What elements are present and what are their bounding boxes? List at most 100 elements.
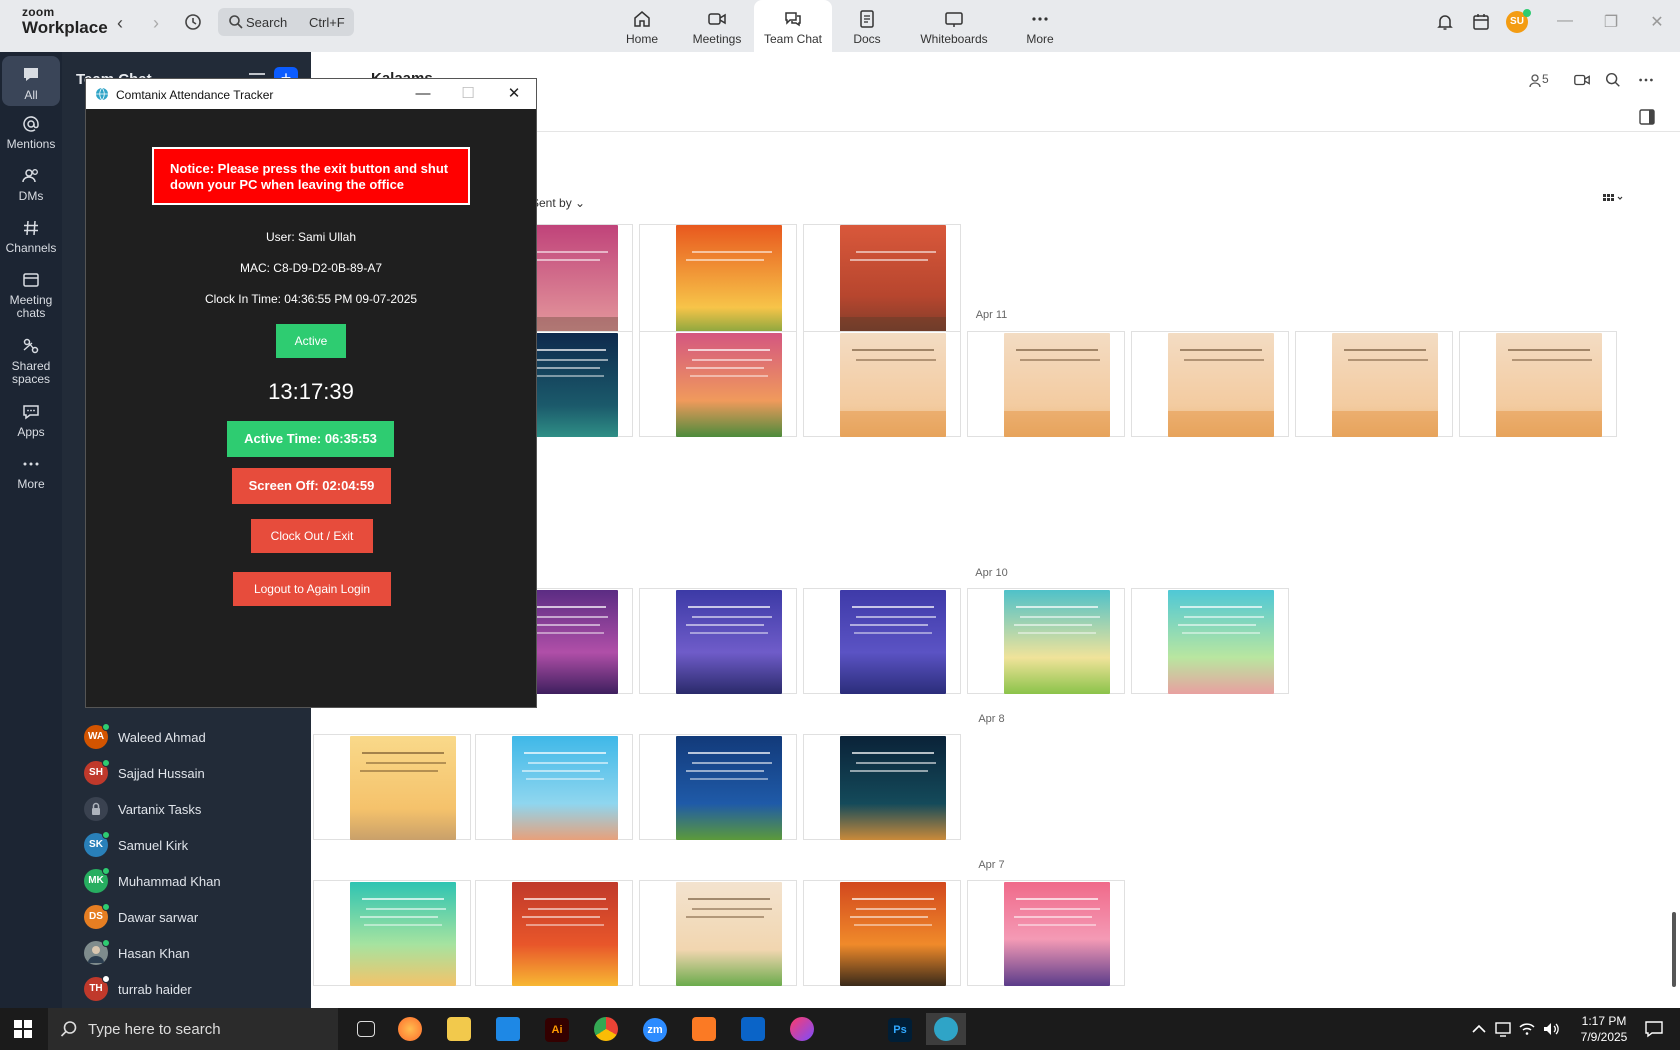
image-thumbnail[interactable] <box>313 880 471 986</box>
chevron-down-icon: ⌄ <box>575 196 586 210</box>
tab-meetings[interactable]: Meetings <box>678 0 756 52</box>
image-thumbnail[interactable] <box>639 880 797 986</box>
video-camera-icon[interactable] <box>1573 71 1591 89</box>
creative-cloud-icon[interactable] <box>782 1013 822 1045</box>
tab-whiteboards[interactable]: Whiteboards <box>914 0 994 52</box>
contact-name: Samuel Kirk <box>118 838 189 853</box>
firefox-icon[interactable] <box>390 1013 430 1045</box>
minimize-window-icon[interactable]: — <box>1555 12 1575 32</box>
search-input[interactable]: Search Ctrl+F <box>218 8 354 36</box>
image-thumbnail[interactable] <box>803 588 961 694</box>
image-thumbnail[interactable] <box>1131 588 1289 694</box>
taskbar-search-input[interactable]: Type here to search <box>48 1008 338 1050</box>
forward-arrow-icon[interactable]: › <box>146 13 166 34</box>
image-thumbnail[interactable] <box>967 880 1125 986</box>
back-arrow-icon[interactable]: ‹ <box>110 13 130 34</box>
image-thumbnail[interactable] <box>803 880 961 986</box>
more-dots-icon[interactable] <box>1637 71 1655 89</box>
image-thumbnail[interactable] <box>1131 331 1289 437</box>
member-count[interactable]: 5 <box>1542 72 1549 86</box>
image-thumbnail[interactable] <box>1295 331 1453 437</box>
zoom-app-icon[interactable]: zm <box>635 1013 675 1045</box>
side-panel-icon[interactable] <box>1638 108 1656 126</box>
image-thumbnail[interactable] <box>639 588 797 694</box>
search-icon[interactable] <box>1604 71 1622 89</box>
image-thumbnail[interactable] <box>639 224 797 343</box>
document-icon <box>860 10 874 28</box>
rail-item-meeting-chats[interactable]: Meeting chats <box>2 270 60 320</box>
scrollbar-thumb[interactable] <box>1672 912 1676 987</box>
rail-item-channels[interactable]: Channels <box>2 218 60 255</box>
contact-list-item[interactable]: Vartanix Tasks <box>72 795 302 825</box>
vscode-icon[interactable] <box>488 1013 528 1045</box>
tab-team-chat-label: Team Chat <box>763 32 823 46</box>
image-thumbnail[interactable] <box>967 588 1125 694</box>
chevron-up-icon[interactable] <box>1470 1020 1488 1038</box>
tab-docs[interactable]: Docs <box>828 0 906 52</box>
photoshop-icon[interactable]: Ps <box>880 1013 920 1045</box>
image-thumbnail[interactable] <box>475 734 633 840</box>
contact-list-item[interactable]: SK Samuel Kirk <box>72 831 302 861</box>
rail-item-more[interactable]: More <box>2 454 60 491</box>
sort-dropdown[interactable]: Sent by ⌄ <box>531 196 585 210</box>
rail-item-shared-spaces[interactable]: Shared spaces <box>2 336 60 386</box>
contact-list-item[interactable]: MK Muhammad Khan <box>72 867 302 897</box>
illustrator-icon[interactable]: Ai <box>537 1013 577 1045</box>
contact-list-item[interactable]: TH turrab haider <box>72 975 302 1005</box>
close-window-icon[interactable]: ✕ <box>499 83 529 105</box>
file-explorer-icon[interactable] <box>439 1013 479 1045</box>
image-thumbnail[interactable] <box>313 734 471 840</box>
outlook-icon[interactable] <box>733 1013 773 1045</box>
image-thumbnail[interactable] <box>639 331 797 437</box>
maximize-window-icon[interactable]: ❐ <box>1601 12 1621 32</box>
bell-icon[interactable] <box>1435 12 1455 32</box>
xampp-icon[interactable] <box>684 1013 724 1045</box>
avatar: SH <box>84 759 110 785</box>
tab-home[interactable]: Home <box>603 0 681 52</box>
network-tray-icon[interactable] <box>1494 1020 1512 1038</box>
windows-start-icon[interactable] <box>14 1020 32 1038</box>
clock-out-exit-button[interactable]: Clock Out / Exit <box>251 519 373 553</box>
members-icon[interactable] <box>1529 71 1541 89</box>
online-status-dot <box>102 759 110 767</box>
attendance-tracker-taskbar-icon[interactable] <box>926 1013 966 1045</box>
rail-item-apps-label: Apps <box>17 425 45 439</box>
image-thumbnail[interactable] <box>803 331 961 437</box>
history-icon[interactable] <box>183 12 203 32</box>
rail-item-mentions-label: Mentions <box>6 137 56 151</box>
notification-center-icon[interactable] <box>1644 1020 1664 1038</box>
wifi-tray-icon[interactable] <box>1518 1020 1536 1038</box>
tab-more[interactable]: More <box>1001 0 1079 52</box>
image-thumbnail[interactable] <box>1459 331 1617 437</box>
contact-list-item[interactable]: DS Dawar sarwar <box>72 903 302 933</box>
close-window-icon[interactable]: ✕ <box>1647 12 1667 32</box>
rail-item-apps[interactable]: Apps <box>2 402 60 439</box>
taskbar-clock[interactable]: 1:17 PM 7/9/2025 <box>1572 1013 1636 1045</box>
contact-list-item[interactable]: Hasan Khan <box>72 939 302 969</box>
maximize-window-icon[interactable]: ☐ <box>453 83 483 105</box>
grid-view-icon[interactable] <box>1601 192 1625 208</box>
online-status-dot <box>102 939 110 947</box>
contact-name: Hasan Khan <box>118 946 190 961</box>
calendar-icon[interactable] <box>1471 12 1491 32</box>
chrome-icon[interactable] <box>586 1013 626 1045</box>
contact-list-item[interactable]: SH Sajjad Hussain <box>72 759 302 789</box>
pen-tool-icon[interactable] <box>831 1013 871 1045</box>
image-thumbnail[interactable] <box>803 734 961 840</box>
task-view-icon[interactable] <box>346 1013 386 1045</box>
rail-item-mentions[interactable]: Mentions <box>2 114 60 151</box>
image-thumbnail[interactable] <box>475 880 633 986</box>
speaker-tray-icon[interactable] <box>1542 1020 1560 1038</box>
logout-to-login-button[interactable]: Logout to Again Login <box>233 572 391 606</box>
tracker-title-bar[interactable]: Comtanix Attendance Tracker — ☐ ✕ <box>86 79 536 109</box>
image-thumbnail[interactable] <box>803 224 961 343</box>
minimize-window-icon[interactable]: — <box>408 83 438 105</box>
tab-team-chat[interactable]: Team Chat <box>754 0 832 52</box>
contact-list-item[interactable]: WA Waleed Ahmad <box>72 723 302 753</box>
user-avatar[interactable]: SU <box>1506 9 1531 33</box>
image-thumbnail[interactable] <box>639 734 797 840</box>
rail-item-dms[interactable]: DMs <box>2 166 60 203</box>
image-thumbnail[interactable] <box>967 331 1125 437</box>
rail-item-all[interactable]: All <box>2 56 60 106</box>
chat-icon <box>24 68 38 81</box>
